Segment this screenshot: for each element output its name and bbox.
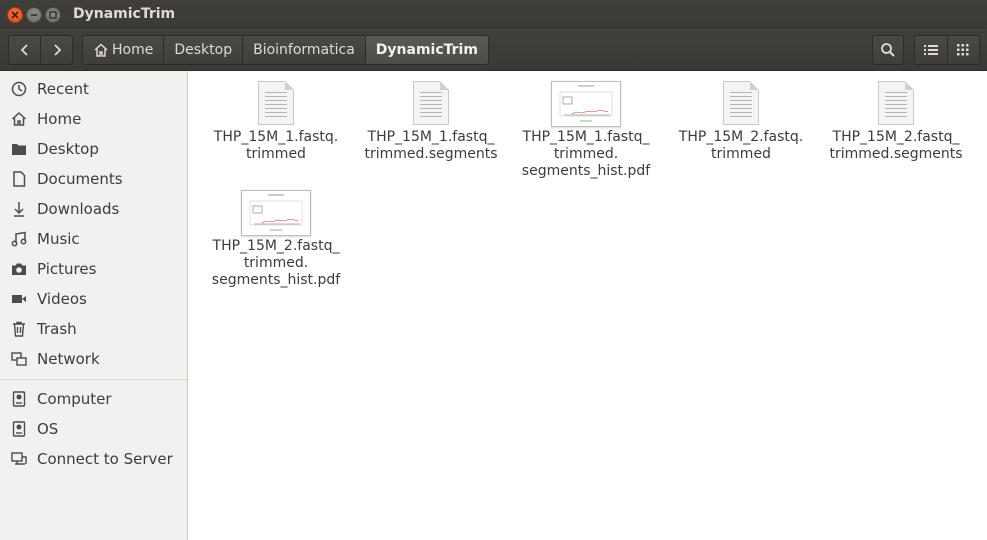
breadcrumb-label: Home [112, 42, 154, 58]
trash-icon [11, 321, 27, 337]
drive-icon [11, 391, 27, 407]
text-file-icon [258, 81, 294, 125]
sidebar-item-label: Pictures [37, 260, 97, 278]
list-view-button[interactable] [915, 36, 947, 64]
sidebar-item-downloads[interactable]: Downloads [0, 194, 187, 224]
sidebar-item-label: Home [37, 110, 82, 128]
sidebar-item-label: Network [37, 350, 100, 368]
file-name: THP_15M_1.fastq. trimmed [213, 129, 339, 162]
breadcrumb-bioinformatica[interactable]: Bioinformatica [242, 36, 365, 64]
music-icon [11, 231, 27, 247]
forward-button[interactable] [40, 36, 72, 64]
file-name: THP_15M_2.fastq_ trimmed. segments_hist.pd… [211, 238, 341, 288]
maximize-icon [49, 11, 57, 19]
grid-view-button[interactable] [946, 36, 980, 64]
breadcrumb: Home Desktop Bioinformatica DynamicTrim [82, 35, 489, 65]
breadcrumb-dynamictrim[interactable]: DynamicTrim [364, 36, 488, 64]
sidebar-item-documents[interactable]: Documents [0, 164, 187, 194]
sidebar-item-pictures[interactable]: Pictures [0, 254, 187, 284]
file-name: THP_15M_1.fastq_ trimmed. segments_hist.pd… [521, 129, 651, 179]
file-item[interactable]: THP_15M_1.fastq_ trimmed.segments [356, 79, 506, 169]
sidebar-item-home[interactable]: Home [0, 104, 187, 134]
maximize-window-button[interactable] [45, 7, 61, 23]
sidebar-item-label: Computer [37, 390, 112, 408]
minimize-window-button[interactable] [26, 7, 42, 23]
folder-icon [11, 141, 27, 157]
text-file-icon [413, 81, 449, 125]
grid-view-icon [957, 44, 969, 56]
sidebar-item-network[interactable]: Network [0, 344, 187, 374]
sidebar-item-label: OS [37, 420, 59, 438]
sidebar-item-label: Documents [37, 170, 123, 188]
clock-icon [11, 81, 27, 97]
window-title: DynamicTrim [73, 6, 176, 22]
camera-icon [11, 261, 27, 277]
toolbar: Home Desktop Bioinformatica DynamicTrim [0, 29, 987, 71]
sidebar-item-label: Videos [37, 290, 87, 308]
home-icon [93, 43, 109, 57]
view-toggle [914, 35, 980, 65]
sidebar-item-label: Connect to Server [37, 450, 173, 468]
sidebar-divider [0, 379, 187, 380]
sidebar-item-connect-to-server[interactable]: Connect to Server [0, 444, 187, 474]
file-item[interactable]: THP_15M_2.fastq. trimmed [666, 79, 816, 169]
file-item[interactable]: THP_15M_2.fastq_ trimmed.segments [821, 79, 971, 169]
sidebar: Recent Home Desktop Documents Downloads … [0, 71, 188, 540]
search-button[interactable] [872, 35, 904, 65]
sidebar-item-label: Recent [37, 80, 89, 98]
download-icon [11, 201, 27, 217]
navigation-buttons [8, 35, 73, 65]
chevron-left-icon [20, 44, 28, 56]
text-file-icon [878, 81, 914, 125]
sidebar-item-videos[interactable]: Videos [0, 284, 187, 314]
file-name: THP_15M_1.fastq_ trimmed.segments [364, 129, 498, 162]
search-icon [881, 43, 895, 57]
document-icon [11, 171, 27, 187]
close-window-button[interactable] [7, 7, 23, 23]
video-icon [11, 291, 27, 307]
file-item[interactable]: THP_15M_1.fastq_ trimmed. segments_hist.pd… [511, 79, 661, 189]
minimize-icon [31, 14, 37, 16]
title-bar: DynamicTrim [0, 0, 987, 29]
file-item[interactable]: THP_15M_1.fastq. trimmed [201, 79, 351, 169]
file-name: THP_15M_2.fastq. trimmed [678, 129, 804, 162]
sidebar-item-label: Music [37, 230, 80, 248]
sidebar-item-label: Desktop [37, 140, 99, 158]
home-icon [11, 111, 27, 127]
sidebar-item-trash[interactable]: Trash [0, 314, 187, 344]
sidebar-item-music[interactable]: Music [0, 224, 187, 254]
close-icon [11, 11, 19, 19]
sidebar-item-label: Downloads [37, 200, 120, 218]
list-view-icon [923, 45, 938, 55]
sidebar-item-desktop[interactable]: Desktop [0, 134, 187, 164]
text-file-icon [723, 81, 759, 125]
chevron-right-icon [53, 44, 61, 56]
sidebar-item-computer[interactable]: Computer [0, 384, 187, 414]
server-icon [11, 451, 27, 467]
sidebar-item-label: Trash [37, 320, 77, 338]
network-icon [11, 351, 27, 367]
sidebar-item-os[interactable]: OS [0, 414, 187, 444]
pdf-thumbnail-icon [551, 81, 621, 127]
back-button[interactable] [9, 36, 40, 64]
pdf-thumbnail-icon [241, 190, 311, 236]
breadcrumb-home[interactable]: Home [83, 36, 163, 64]
breadcrumb-desktop[interactable]: Desktop [163, 36, 242, 64]
file-item[interactable]: THP_15M_2.fastq_ trimmed. segments_hist.pd… [201, 188, 351, 298]
file-grid: THP_15M_1.fastq. trimmed THP_15M_1.fastq_… [193, 71, 987, 540]
file-name: THP_15M_2.fastq_ trimmed.segments [829, 129, 963, 162]
sidebar-item-recent[interactable]: Recent [0, 74, 187, 104]
drive-icon [11, 421, 27, 437]
